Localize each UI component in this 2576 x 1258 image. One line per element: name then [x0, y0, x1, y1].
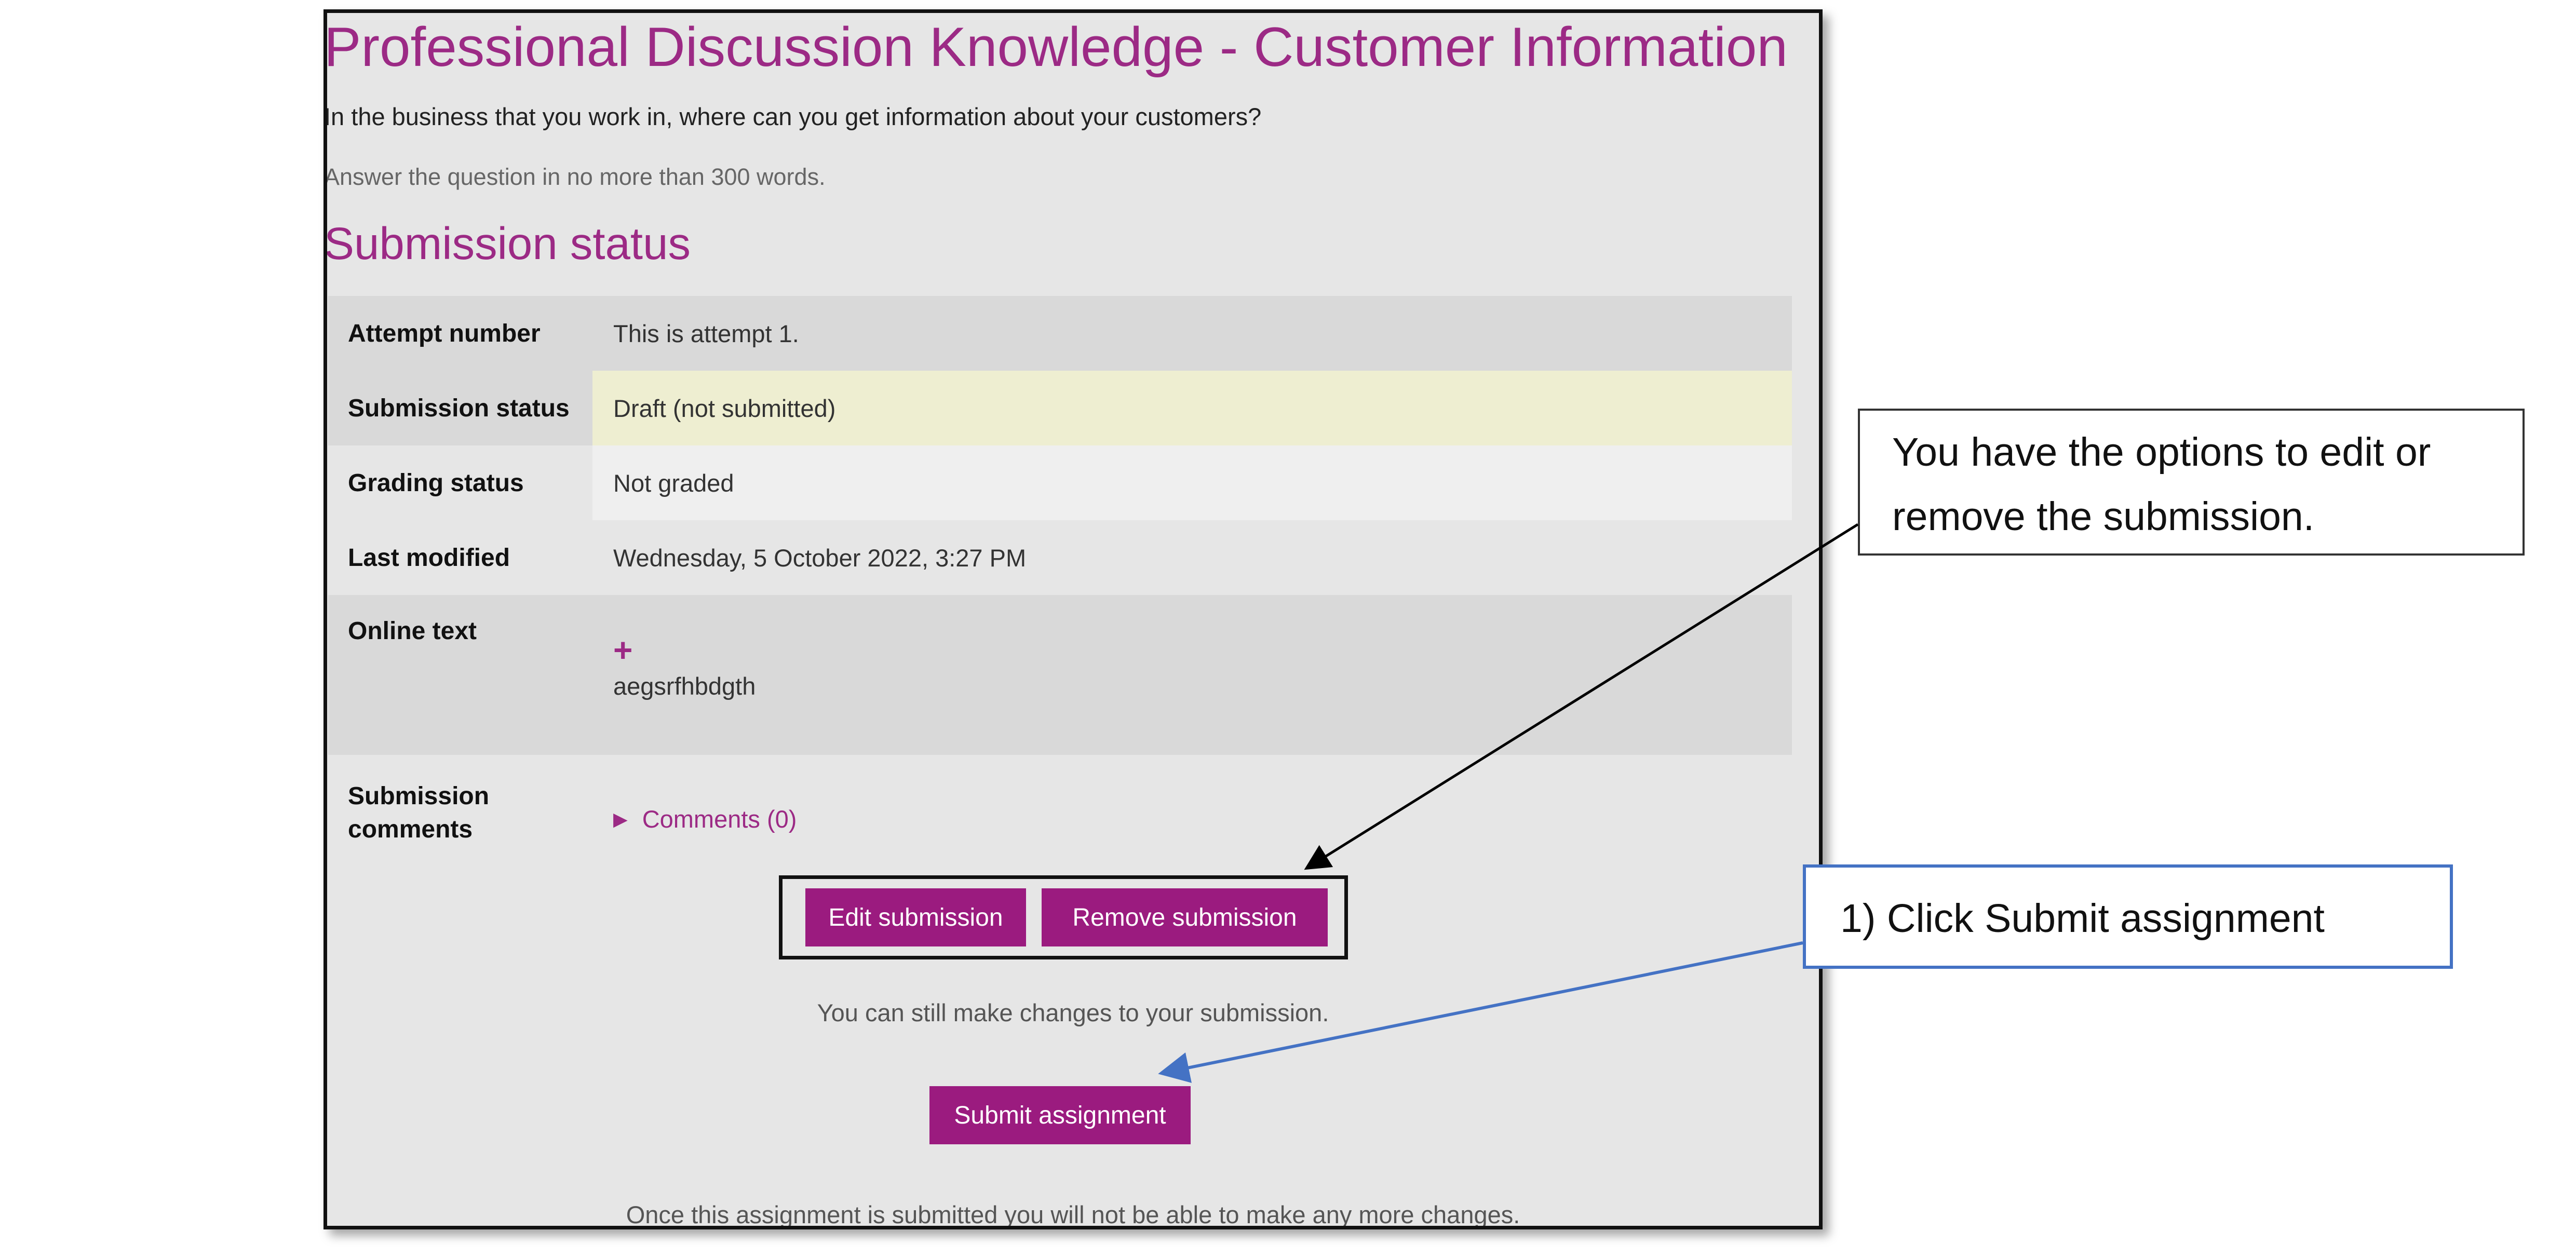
edit-callout-arrow: [1304, 523, 1859, 870]
submit-callout-arrow: [1158, 941, 1803, 1083]
callout-arrows: [1158, 523, 1859, 1083]
